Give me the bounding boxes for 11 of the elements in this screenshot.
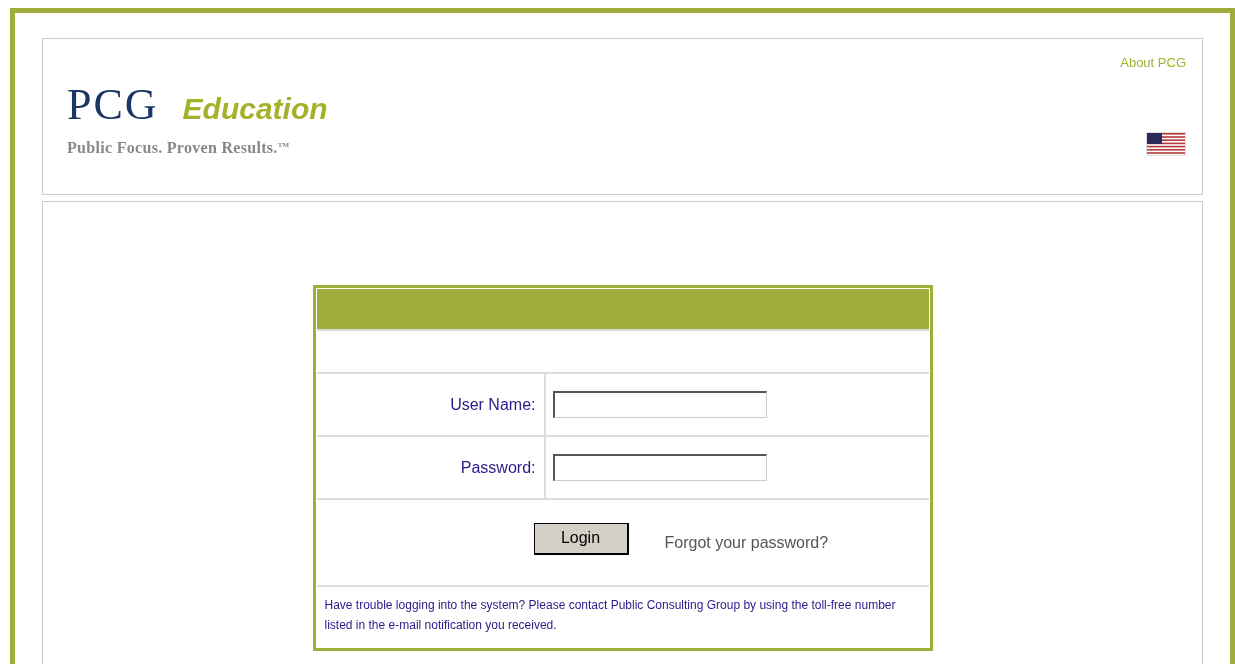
forgot-password-link[interactable]: Forgot your password?	[664, 533, 829, 552]
login-button[interactable]: Login	[533, 522, 629, 555]
password-field[interactable]	[552, 454, 767, 481]
field-label: User Name:	[450, 395, 536, 414]
logo-mark: PCG	[67, 83, 159, 127]
logo-word: Education	[182, 94, 328, 124]
field-label: Password:	[460, 458, 536, 477]
help-text: Have trouble logging into the system? Please contact Public Consulting Group by using the toll-free number listed in the e-mail notification you received.	[324, 597, 897, 634]
username-field[interactable]	[552, 391, 767, 418]
flag-icon[interactable]	[1146, 132, 1186, 156]
tagline: Public Focus. Proven Results.$^{TM}$	[67, 139, 291, 157]
